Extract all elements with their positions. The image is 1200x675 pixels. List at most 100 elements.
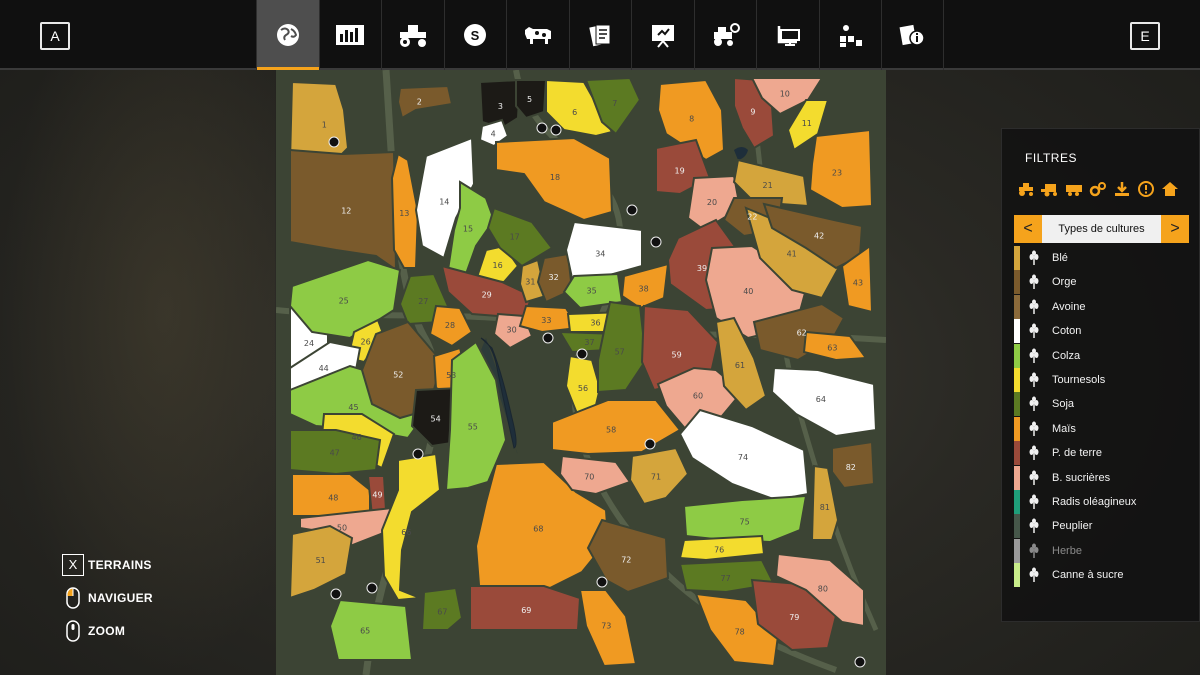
farm-point-icon[interactable] (412, 448, 424, 460)
tractor-icon (399, 25, 426, 47)
filters-panel: FILTRES < Types de cultures > Blé Orge Avo… (1001, 128, 1200, 622)
field-number-label: 40 (743, 287, 753, 296)
warning-filter-icon[interactable] (1137, 181, 1155, 197)
field-number-label: 37 (584, 338, 594, 347)
legend-swatch (1014, 367, 1020, 392)
control-terrains[interactable]: X TERRAINS (62, 548, 153, 581)
farm-point-icon[interactable] (330, 588, 342, 600)
legend-item[interactable]: Tournesols (1014, 367, 1189, 392)
field-number-label: 31 (525, 278, 535, 287)
previous-page-key-button[interactable]: A (40, 22, 70, 50)
legend-item[interactable]: Soja (1014, 392, 1189, 417)
field-number-label: 57 (615, 348, 625, 357)
field-number-label: 5 (527, 95, 532, 104)
selector-next-button[interactable]: > (1161, 215, 1189, 243)
legend-item[interactable]: Blé (1014, 246, 1189, 270)
tab-contracts[interactable] (568, 0, 632, 70)
field-number-label: 7 (612, 99, 617, 108)
legend-item[interactable]: Avoine (1014, 294, 1189, 319)
field-number-label: 70 (584, 472, 594, 481)
farm-point-icon[interactable] (550, 124, 562, 136)
tab-statistics[interactable] (318, 0, 382, 70)
sunflower-icon (1026, 372, 1042, 388)
farm-point-icon[interactable] (366, 582, 378, 594)
field-number-label: 21 (763, 181, 773, 190)
field-number-label: 47 (330, 448, 340, 457)
top-menu-bar: A S E (0, 0, 1200, 70)
control-navigate: NAVIGUER (62, 581, 153, 614)
tab-animals[interactable] (506, 0, 569, 70)
field-number-label: 16 (493, 261, 503, 270)
field-number-label: 35 (587, 286, 597, 295)
legend-label: Maïs (1052, 422, 1076, 435)
legend-item[interactable]: P. de terre (1014, 441, 1189, 466)
filter-type-selector: < Types de cultures > (1014, 215, 1189, 243)
field-number-label: 45 (348, 403, 358, 412)
field-number-label: 4 (491, 130, 496, 139)
tab-information[interactable] (881, 0, 944, 70)
legend-item[interactable]: B. sucrières (1014, 465, 1189, 490)
control-zoom: ZOOM (62, 614, 153, 647)
home-filter-icon[interactable] (1161, 181, 1179, 197)
legend-item[interactable]: Herbe (1014, 538, 1189, 563)
map-field[interactable] (328, 598, 414, 661)
mouse-left-icon (62, 586, 84, 609)
sugarbeet-icon (1026, 470, 1042, 486)
legend-item[interactable]: Coton (1014, 319, 1189, 344)
field-number-label: 2 (417, 97, 422, 106)
farm-point-icon[interactable] (626, 204, 638, 216)
field-number-label: 18 (550, 173, 560, 182)
field-number-label: 58 (606, 426, 616, 435)
legend-item[interactable]: Canne à sucre (1014, 563, 1189, 588)
legend-item[interactable]: Peuplier (1014, 514, 1189, 539)
tab-vehicles[interactable] (381, 0, 444, 70)
field-number-label: 13 (399, 209, 409, 218)
map-field[interactable] (396, 84, 454, 120)
farm-point-icon[interactable] (596, 576, 608, 588)
next-page-key-button[interactable]: E (1130, 22, 1160, 50)
farm-point-icon[interactable] (854, 656, 866, 668)
farm-point-icon[interactable] (650, 236, 662, 248)
harvester-filter-icon[interactable] (1041, 181, 1059, 197)
tab-production[interactable] (818, 0, 882, 70)
tractor-filter-icon[interactable] (1017, 181, 1035, 197)
farm-point-icon[interactable] (536, 122, 548, 134)
field-number-label: 9 (750, 108, 755, 117)
legend-item[interactable]: Colza (1014, 343, 1189, 368)
tab-help-presentation[interactable] (631, 0, 694, 70)
poplar-icon (1026, 518, 1042, 534)
map-canvas[interactable]: 123456789101112 1314151617181920212223242… (276, 70, 886, 675)
farm-point-icon[interactable] (576, 348, 588, 360)
legend-swatch (1014, 294, 1020, 319)
globe-icon (276, 24, 299, 46)
tab-vehicle-settings[interactable] (693, 0, 757, 70)
legend-swatch (1014, 392, 1020, 417)
legend-item[interactable]: Orge (1014, 270, 1189, 295)
tab-finances[interactable]: S (443, 0, 507, 70)
dollar-coin-icon: S (464, 24, 487, 46)
cow-icon (524, 27, 551, 44)
selector-prev-button[interactable]: < (1014, 215, 1042, 243)
legend-label: Orge (1052, 276, 1077, 289)
legend-swatch (1014, 319, 1020, 344)
download-filter-icon[interactable] (1113, 181, 1131, 197)
tab-map[interactable] (256, 0, 319, 70)
farm-point-icon[interactable] (542, 332, 554, 344)
farm-point-icon[interactable] (328, 136, 340, 148)
field-number-label: 65 (360, 626, 370, 635)
gears-filter-icon[interactable] (1089, 181, 1107, 197)
trailer-filter-icon[interactable] (1065, 181, 1083, 197)
farm-point-icon[interactable] (644, 438, 656, 450)
map-field[interactable] (558, 454, 632, 496)
field-number-label: 79 (789, 613, 799, 622)
corn-icon (1026, 421, 1042, 437)
farm-map[interactable]: 1 2 3 4 5 6 7 8 9 10 11 12 13 14 15 16 17 18 19 20 21 22 23 24 2… (276, 70, 886, 675)
field-number-label: 46 (352, 433, 362, 442)
legend-swatch (1014, 270, 1020, 295)
control-label: NAVIGUER (88, 590, 153, 605)
legend-item[interactable]: Radis oléagineux (1014, 489, 1189, 514)
field-number-label: 62 (797, 328, 807, 337)
tab-screen-settings[interactable] (756, 0, 819, 70)
legend-item[interactable]: Maïs (1014, 416, 1189, 441)
field-number-label: 68 (533, 524, 543, 533)
